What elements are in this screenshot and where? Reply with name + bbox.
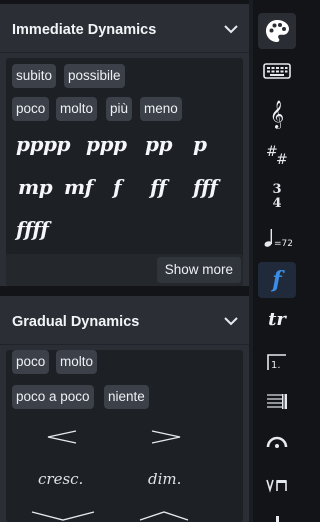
sidebar-item-clefs[interactable]: 𝄞 bbox=[258, 96, 296, 132]
svg-text:4: 4 bbox=[272, 196, 281, 210]
panel-title: Immediate Dynamics bbox=[12, 22, 157, 38]
keyboard-icon bbox=[263, 63, 291, 79]
chip-meno[interactable]: meno bbox=[140, 97, 182, 121]
sidebar-item-tempo[interactable]: =72 bbox=[258, 220, 296, 256]
sidebar-item-key-signatures[interactable]: # # bbox=[258, 137, 296, 173]
gradual-dynamics-panel: Gradual Dynamics poco molto poco a poco … bbox=[0, 296, 249, 522]
chip-poco[interactable]: poco bbox=[12, 97, 50, 121]
fermata-icon bbox=[266, 436, 288, 448]
palette-icon bbox=[266, 20, 289, 42]
sidebar-item-barlines[interactable] bbox=[258, 384, 296, 420]
dim-text[interactable]: dim. bbox=[148, 470, 181, 488]
tempo-icon: =72 bbox=[264, 229, 292, 249]
chip-molto[interactable]: molto bbox=[56, 97, 98, 121]
time-signature-icon: 3 4 bbox=[272, 182, 281, 210]
show-more-button[interactable]: Show more bbox=[156, 257, 241, 283]
more-icon bbox=[276, 516, 279, 522]
treble-clef-icon: 𝄞 bbox=[269, 100, 285, 128]
barline-icon bbox=[267, 394, 287, 409]
dynamic-ppp[interactable]: ppp bbox=[86, 132, 127, 156]
sidebar-item-fermatas[interactable] bbox=[258, 424, 296, 460]
chip-subito[interactable]: subito bbox=[12, 64, 57, 88]
immediate-dynamics-header[interactable]: Immediate Dynamics bbox=[0, 4, 249, 53]
gradual-dynamics-palette bbox=[6, 350, 243, 522]
crescendo-hairpin[interactable] bbox=[46, 429, 78, 445]
panel-title: Gradual Dynamics bbox=[12, 314, 140, 330]
chip-piu[interactable]: più bbox=[106, 97, 133, 121]
dynamic-mp[interactable]: mp bbox=[18, 175, 53, 199]
dynamic-pp[interactable]: pp bbox=[145, 132, 172, 156]
svg-text:=72: =72 bbox=[274, 239, 292, 249]
dynamic-mf[interactable]: mf bbox=[64, 175, 93, 199]
immediate-dynamics-panel: Immediate Dynamics subito possibile poco… bbox=[0, 4, 249, 286]
cresc-text[interactable]: cresc. bbox=[38, 470, 83, 488]
chip-molto[interactable]: molto bbox=[56, 350, 98, 374]
key-signature-icon: # # bbox=[266, 144, 288, 168]
chip-poco-a-poco[interactable]: poco a poco bbox=[12, 385, 94, 409]
sidebar-item-time-signatures[interactable]: 3 4 bbox=[258, 177, 296, 213]
palette-sidebar: 𝄞 # # 3 4 =72 f tr 1. bbox=[253, 0, 300, 522]
dynamic-ffff[interactable]: ffff bbox=[16, 217, 49, 241]
chip-niente[interactable]: niente bbox=[104, 385, 149, 409]
trill-icon: tr bbox=[268, 309, 286, 330]
dynamics-icon: f bbox=[272, 267, 282, 293]
chevron-down-icon[interactable] bbox=[223, 23, 239, 35]
immediate-dynamics-palette bbox=[6, 58, 243, 286]
chip-poco[interactable]: poco bbox=[12, 350, 50, 374]
chevron-down-icon[interactable] bbox=[223, 315, 239, 327]
dynamic-f[interactable]: f bbox=[113, 175, 122, 199]
bowing-icon bbox=[266, 479, 287, 493]
cresc-line-hairpin[interactable] bbox=[30, 510, 96, 522]
svg-text:#: # bbox=[276, 152, 288, 168]
dynamic-pppp[interactable]: pppp bbox=[16, 132, 70, 156]
dynamic-fff[interactable]: fff bbox=[193, 175, 218, 199]
dynamic-ff[interactable]: ff bbox=[150, 175, 167, 199]
sidebar-item-bowings[interactable] bbox=[258, 467, 296, 503]
sidebar-item-repeats[interactable]: 1. bbox=[258, 344, 296, 380]
sidebar-item-dynamics[interactable]: f bbox=[258, 262, 296, 298]
dim-line-hairpin[interactable] bbox=[138, 510, 190, 522]
gradual-dynamics-header[interactable]: Gradual Dynamics bbox=[0, 296, 249, 345]
svg-text:1.: 1. bbox=[271, 360, 281, 371]
sidebar-item-more[interactable] bbox=[258, 504, 296, 522]
sidebar-item-palettes[interactable] bbox=[258, 13, 296, 49]
sidebar-item-keyboard[interactable] bbox=[258, 53, 296, 89]
svg-text:3: 3 bbox=[272, 182, 281, 197]
volta-icon: 1. bbox=[267, 354, 286, 371]
sidebar-item-ornaments[interactable]: tr bbox=[258, 302, 296, 338]
diminuendo-hairpin[interactable] bbox=[150, 429, 182, 445]
dynamic-p[interactable]: p bbox=[193, 132, 207, 156]
chip-possibile[interactable]: possibile bbox=[64, 64, 125, 88]
